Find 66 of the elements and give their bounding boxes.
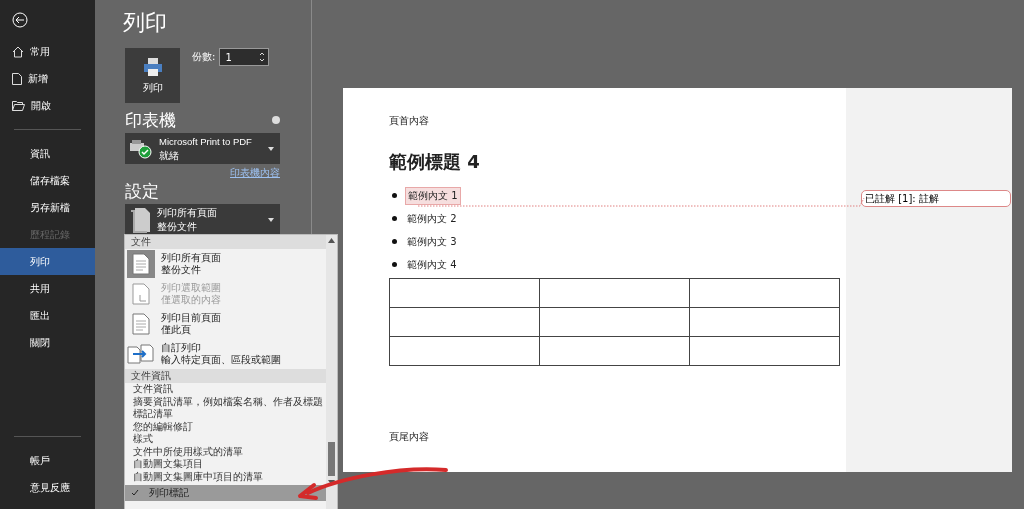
menu-section-header: 文件: [125, 235, 326, 249]
info-icon[interactable]: [272, 116, 280, 124]
menu-option[interactable]: 自訂列印 輸入特定頁面、區段或範圍: [125, 339, 326, 369]
sidebar-item[interactable]: 另存新檔: [0, 194, 95, 221]
bullet-icon: [392, 239, 397, 244]
pages-icon: [129, 206, 151, 233]
bullet-icon: [392, 193, 397, 198]
menu-option[interactable]: 文件中所使用樣式的清單: [125, 445, 326, 458]
sidebar-item[interactable]: 常用: [0, 38, 95, 65]
sidebar-item[interactable]: 共用: [0, 275, 95, 302]
page-icon: [132, 253, 150, 275]
page-icon: [132, 313, 150, 335]
sidebar-item[interactable]: 匯出: [0, 302, 95, 329]
printer-heading: 印表機: [125, 109, 176, 131]
printer-dropdown[interactable]: Microsoft Print to PDF 就緒: [125, 133, 280, 164]
copies-field[interactable]: 1: [219, 48, 270, 66]
page-footer-text: 頁尾內容: [389, 430, 429, 444]
page-header-text: 頁首內容: [389, 114, 429, 128]
menu-option[interactable]: 自動圖文集項目: [125, 458, 326, 471]
print-button[interactable]: 列印: [125, 48, 180, 103]
sidebar-item[interactable]: 開啟: [0, 92, 95, 119]
list-item-text: 範例內文 3: [406, 234, 458, 249]
printer-ready-icon: [129, 138, 153, 159]
bullet-icon: [392, 216, 397, 221]
scroll-up-icon[interactable]: [328, 238, 335, 243]
page-selection-icon: [132, 283, 150, 305]
print-markup-option[interactable]: 列印標記: [125, 485, 326, 501]
menu-option[interactable]: 標記清單: [125, 408, 326, 421]
copies-label: 份數:: [192, 50, 216, 64]
scroll-down-icon[interactable]: [328, 480, 335, 485]
sidebar-item[interactable]: 列印: [0, 248, 95, 275]
menu-option[interactable]: 摘要資訊清單，例如檔案名稱、作者及標題: [125, 395, 326, 408]
sidebar-item[interactable]: 資訊: [0, 140, 95, 167]
home-icon: [12, 45, 24, 58]
list-item-text: 範例內文 1: [405, 186, 461, 205]
sidebar-item[interactable]: 意見反應: [0, 474, 95, 501]
bullet-icon: [392, 262, 397, 267]
check-icon: [131, 489, 139, 497]
list-item-text: 範例內文 2: [406, 211, 458, 226]
menu-option[interactable]: 列印所有頁面 整份文件: [125, 249, 326, 279]
sidebar-item[interactable]: 儲存檔案: [0, 167, 95, 194]
menu-option[interactable]: 文件資訊: [125, 383, 326, 396]
scrollbar[interactable]: [326, 235, 337, 509]
settings-heading: 設定: [125, 180, 159, 202]
folder-icon: [12, 100, 25, 111]
caret-icon: [268, 146, 274, 151]
sidebar-item[interactable]: 帳戶: [0, 447, 95, 474]
sidebar-item[interactable]: 新增: [0, 65, 95, 92]
caret-icon: [268, 217, 274, 222]
spinner-arrows-icon[interactable]: [259, 51, 266, 63]
print-range-dropdown[interactable]: 列印所有頁面 整份文件: [125, 204, 280, 235]
menu-option[interactable]: 自動圖文集圖庫中項目的清單: [125, 470, 326, 483]
sidebar-item[interactable]: 關閉: [0, 329, 95, 356]
document-icon: [12, 72, 22, 85]
menu-option[interactable]: 列印目前頁面 僅此頁: [125, 309, 326, 339]
list-item-text: 範例內文 4: [406, 257, 458, 272]
pages-arrow-icon: [127, 343, 155, 365]
menu-option[interactable]: 您的編輯修訂: [125, 420, 326, 433]
scroll-thumb[interactable]: [328, 442, 335, 476]
back-icon[interactable]: [12, 12, 28, 28]
comment-balloon[interactable]: 已註解 [1]: 註解: [861, 190, 1011, 207]
menu-option[interactable]: 樣式: [125, 433, 326, 446]
menu-section-header: 文件資訊: [125, 369, 326, 383]
page-title: 列印: [123, 9, 168, 37]
printer-icon: [142, 56, 163, 77]
document-heading: 範例標題 4: [389, 150, 480, 174]
